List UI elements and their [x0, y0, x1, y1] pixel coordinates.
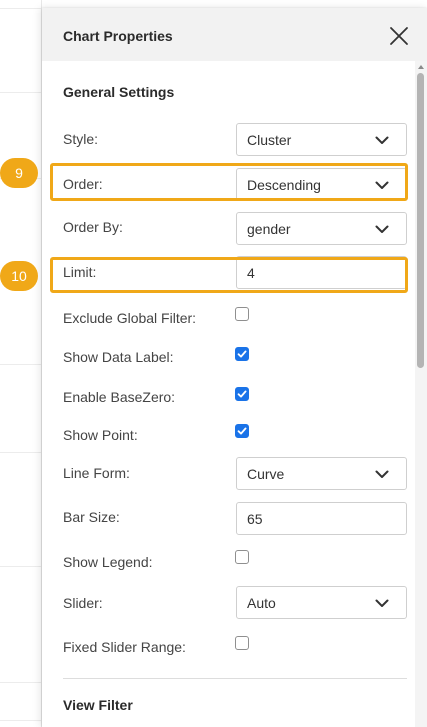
step-badge-limit: 10 — [0, 261, 38, 291]
checkmark-icon — [237, 390, 247, 398]
order-by-select-value: gender — [247, 221, 291, 237]
background-row-line — [0, 720, 42, 721]
line-form-select-value: Curve — [247, 466, 285, 482]
general-settings-heading: General Settings — [63, 84, 175, 100]
background-row-line — [0, 682, 42, 683]
slider-select-value: Auto — [247, 595, 276, 611]
order-select-value: Descending — [247, 177, 321, 193]
background-row-line — [0, 452, 42, 453]
chart-properties-panel: Chart Properties General Settings Style:… — [42, 8, 427, 727]
fixed-slider-range-label: Fixed Slider Range: — [63, 639, 186, 655]
line-form-select[interactable]: Curve — [236, 457, 407, 490]
order-by-select[interactable]: gender — [236, 212, 407, 245]
view-filter-heading[interactable]: View Filter — [63, 697, 133, 713]
background-app-strip — [0, 0, 42, 727]
style-select[interactable]: Cluster — [236, 123, 407, 156]
background-row-line — [0, 566, 42, 567]
step-badge-order: 9 — [0, 158, 38, 188]
scroll-up-arrow-icon[interactable] — [418, 65, 424, 69]
chevron-down-icon — [375, 470, 389, 479]
section-divider — [63, 678, 407, 679]
chevron-down-icon — [375, 136, 389, 145]
style-select-value: Cluster — [247, 132, 292, 148]
chevron-down-icon — [375, 599, 389, 608]
checkmark-icon — [237, 427, 247, 435]
show-legend-checkbox[interactable] — [235, 550, 249, 564]
line-form-label: Line Form: — [63, 465, 130, 481]
bar-size-input-value: 65 — [247, 511, 263, 527]
style-label: Style: — [63, 131, 99, 147]
enable-basezero-checkbox[interactable] — [235, 387, 249, 401]
bar-size-label: Bar Size: — [63, 509, 120, 525]
panel-header: Chart Properties — [42, 8, 427, 61]
close-button[interactable] — [387, 24, 411, 48]
chevron-down-icon — [375, 225, 389, 234]
exclude-global-filter-label: Exclude Global Filter: — [63, 310, 197, 326]
chevron-down-icon — [375, 181, 389, 190]
limit-input-value: 4 — [247, 265, 255, 281]
enable-basezero-label: Enable BaseZero: — [63, 389, 176, 405]
scrollbar-thumb[interactable] — [417, 73, 424, 368]
order-select[interactable]: Descending — [236, 168, 407, 201]
limit-input[interactable]: 4 — [236, 256, 407, 289]
fixed-slider-range-checkbox[interactable] — [235, 636, 249, 650]
panel-title: Chart Properties — [63, 28, 173, 44]
close-icon — [390, 27, 408, 45]
slider-select[interactable]: Auto — [236, 586, 407, 619]
background-row-line — [0, 8, 42, 9]
background-row-line — [0, 364, 42, 365]
bar-size-input[interactable]: 65 — [236, 502, 407, 535]
limit-label: Limit: — [63, 264, 97, 280]
order-label: Order: — [63, 176, 103, 192]
show-legend-label: Show Legend: — [63, 554, 153, 570]
background-row-line — [0, 92, 42, 93]
slider-label: Slider: — [63, 595, 103, 611]
show-data-label-label: Show Data Label: — [63, 349, 174, 365]
checkmark-icon — [237, 350, 247, 358]
order-by-label: Order By: — [63, 219, 123, 235]
show-point-checkbox[interactable] — [235, 424, 249, 438]
show-point-label: Show Point: — [63, 427, 138, 443]
exclude-global-filter-checkbox[interactable] — [235, 307, 249, 321]
show-data-label-checkbox[interactable] — [235, 347, 249, 361]
